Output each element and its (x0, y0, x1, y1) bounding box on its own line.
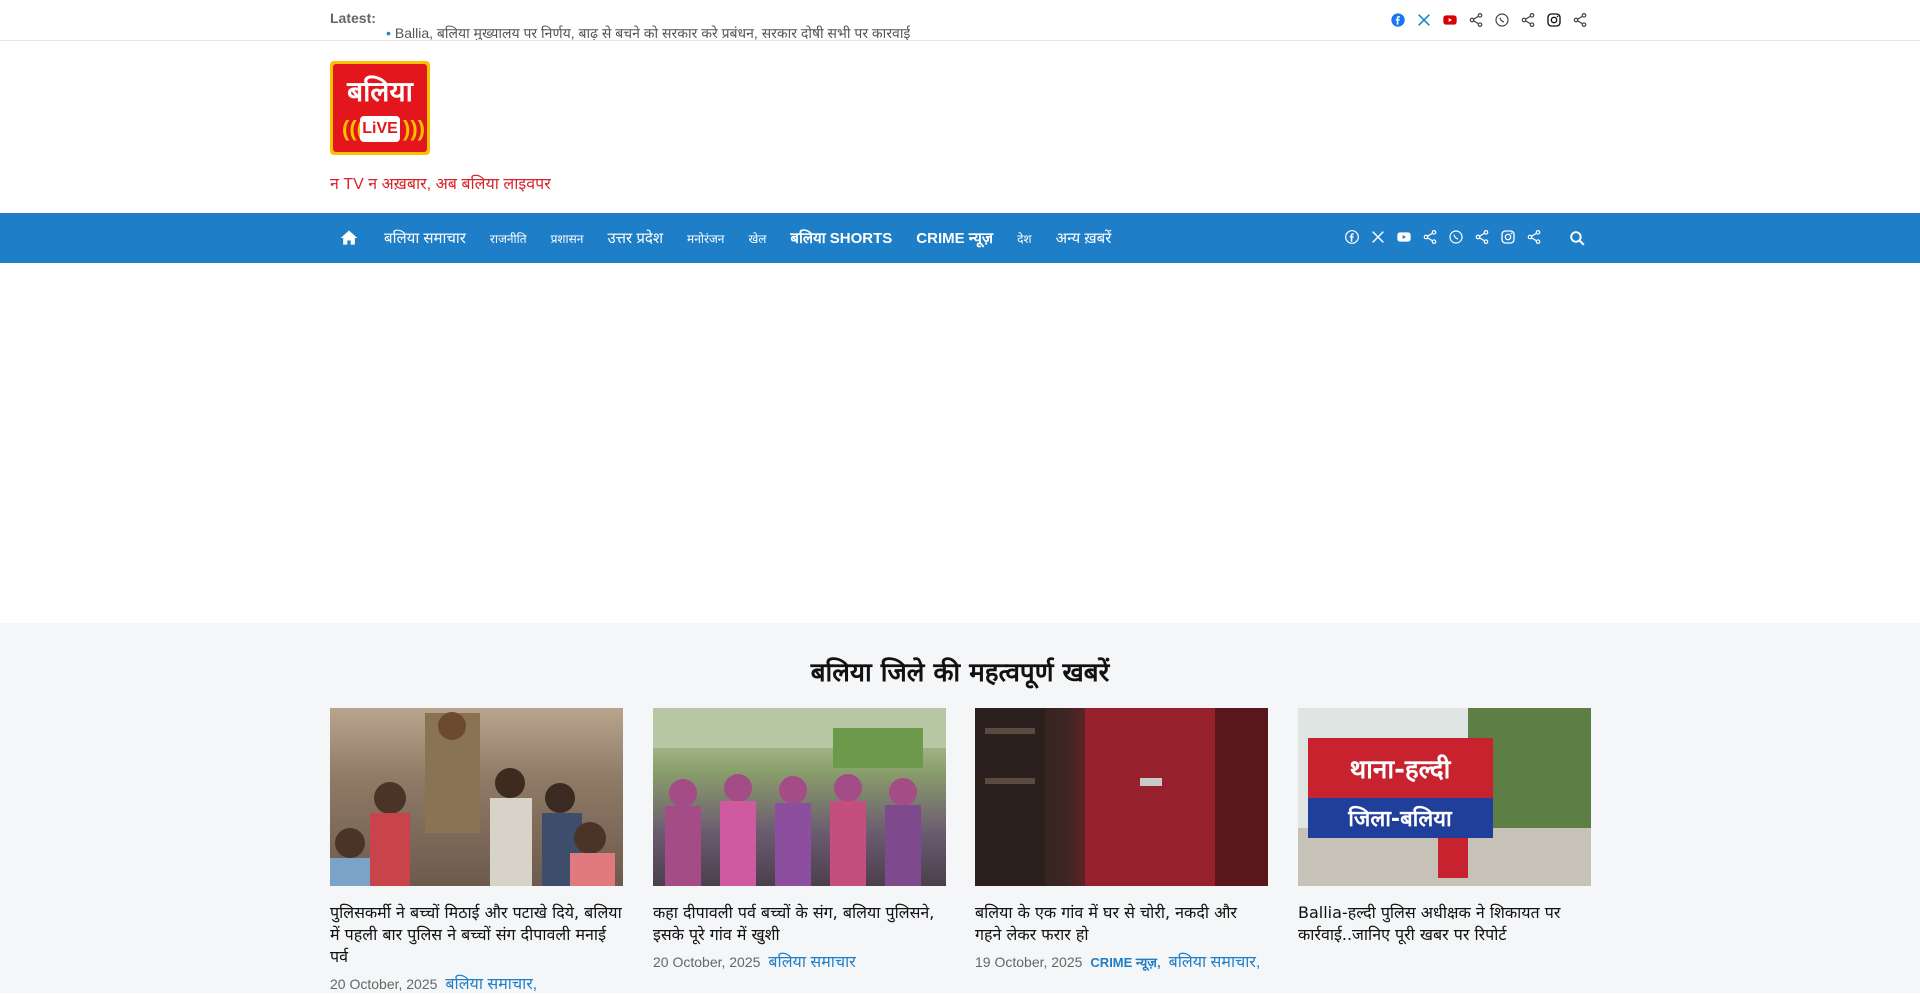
share-icon[interactable] (1467, 11, 1485, 29)
news-card[interactable]: कहा दीपावली पर्व बच्चों के संग, बलिया पु… (653, 708, 946, 972)
news-card[interactable]: बलिया के एक गांव में घर से चोरी, नकदी और… (975, 708, 1268, 972)
logo-badge: बलिया ((( LiVE ))) (333, 64, 427, 152)
nav-item[interactable]: राजनीति (490, 230, 527, 247)
share-icon[interactable] (1473, 228, 1491, 246)
site-logo[interactable]: बलिया ((( LiVE ))) (330, 61, 430, 155)
holi-celebration-image (653, 708, 946, 886)
news-card[interactable]: पुलिसकर्मी ने बच्चों मिठाई और पटाखे दिये… (330, 708, 623, 994)
news-card-image[interactable]: थाना-हल्दी जिला-बलिया (1298, 708, 1591, 886)
svg-text:थाना-हल्दी: थाना-हल्दी (1350, 754, 1452, 785)
youtube-icon[interactable] (1441, 11, 1459, 29)
top-bar: Latest: • Ballia, बलिया मुख्यालय पर निर्ण… (0, 0, 1920, 41)
police-station-sign-image: थाना-हल्दी जिला-बलिया (1298, 708, 1591, 886)
news-card-title[interactable]: पुलिसकर्मी ने बच्चों मिठाई और पटाखे दिये… (330, 902, 623, 968)
news-card-image[interactable] (975, 708, 1268, 886)
site-tagline: न TV न अख़बार, अब बलिया लाइवपर (330, 176, 551, 193)
nav-item[interactable]: CRIME न्यूज़ (916, 228, 993, 248)
news-card-date: 19 October, 2025 (975, 954, 1083, 970)
featured-news-section: बलिया जिले की महत्वपूर्ण खबरें पुलिसकर्म… (0, 623, 1920, 993)
nav-social-links (1343, 228, 1543, 246)
news-card-date: 20 October, 2025 (330, 976, 438, 992)
news-card-category[interactable]: बलिया समाचार, (445, 972, 537, 994)
instagram-icon[interactable] (1545, 11, 1563, 29)
share-icon[interactable] (1571, 11, 1589, 29)
home-icon[interactable] (338, 227, 360, 249)
instagram-icon[interactable] (1499, 228, 1517, 246)
news-card-meta: 20 October, 2025 बलिया समाचार (653, 950, 946, 972)
news-card-meta: 20 October, 2025 बलिया समाचार, (330, 972, 623, 994)
news-ticker[interactable]: • Ballia, बलिया मुख्यालय पर निर्णय, बाढ़ … (386, 24, 910, 40)
nav-item[interactable]: प्रशासन (551, 230, 584, 247)
nav-item[interactable]: बलिया समाचार (384, 228, 466, 248)
top-social-links (1389, 11, 1589, 29)
nav-item[interactable]: खेल (748, 230, 766, 247)
news-card[interactable]: थाना-हल्दी जिला-बलिया Ballia-हल्दी पुलिस… (1298, 708, 1591, 946)
x-icon[interactable] (1415, 11, 1433, 29)
nav-item[interactable]: अन्य ख़बरें (1056, 228, 1112, 248)
nav-item[interactable]: मनोरंजन (687, 230, 724, 247)
nav-item[interactable]: देश (1017, 230, 1032, 247)
search-icon[interactable] (1566, 227, 1588, 249)
whatsapp-icon[interactable] (1447, 228, 1465, 246)
news-card-image[interactable] (653, 708, 946, 886)
x-icon[interactable] (1369, 228, 1387, 246)
latest-label: Latest: (330, 10, 376, 26)
nav-item[interactable]: बलिया SHORTS (790, 228, 892, 248)
ticker-text[interactable]: Ballia, बलिया मुख्यालय पर निर्णय, बाढ़ स… (395, 25, 910, 40)
share-icon[interactable] (1525, 228, 1543, 246)
nav-item[interactable]: उत्तर प्रदेश (607, 228, 663, 248)
svg-text:जिला-बलिया: जिला-बलिया (1347, 805, 1453, 832)
facebook-icon[interactable] (1389, 11, 1407, 29)
news-card-date: 20 October, 2025 (653, 954, 761, 970)
logo-wave-right: ))) (403, 116, 425, 141)
whatsapp-icon[interactable] (1493, 11, 1511, 29)
news-card-category[interactable]: बलिया समाचार (768, 950, 855, 972)
logo-text: बलिया (347, 75, 413, 108)
news-card-category[interactable]: बलिया समाचार, (1169, 950, 1261, 972)
news-card-title[interactable]: कहा दीपावली पर्व बच्चों के संग, बलिया पु… (653, 902, 946, 946)
police-with-children-image (330, 712, 615, 886)
share-icon[interactable] (1421, 228, 1439, 246)
broken-door-image (975, 708, 1268, 886)
news-card-meta: 19 October, 2025 CRIME न्यूज़, बलिया समा… (975, 950, 1268, 972)
logo-live-text: LiVE (360, 116, 400, 142)
ticker-bullet: • (386, 25, 391, 40)
news-card-category[interactable]: CRIME न्यूज़, (1090, 953, 1160, 971)
news-card-image[interactable] (330, 708, 623, 886)
share-icon[interactable] (1519, 11, 1537, 29)
youtube-icon[interactable] (1395, 228, 1413, 246)
section-title: बलिया जिले की महत्वपूर्ण खबरें (810, 658, 1110, 688)
news-card-title[interactable]: बलिया के एक गांव में घर से चोरी, नकदी और… (975, 902, 1268, 946)
news-card-title[interactable]: Ballia-हल्दी पुलिस अधीक्षक ने शिकायत पर … (1298, 902, 1591, 946)
advertisement-area (0, 263, 1920, 623)
facebook-icon[interactable] (1343, 228, 1361, 246)
main-navigation: बलिया समाचार राजनीति प्रशासन उत्तर प्रदेश मन… (0, 213, 1920, 263)
